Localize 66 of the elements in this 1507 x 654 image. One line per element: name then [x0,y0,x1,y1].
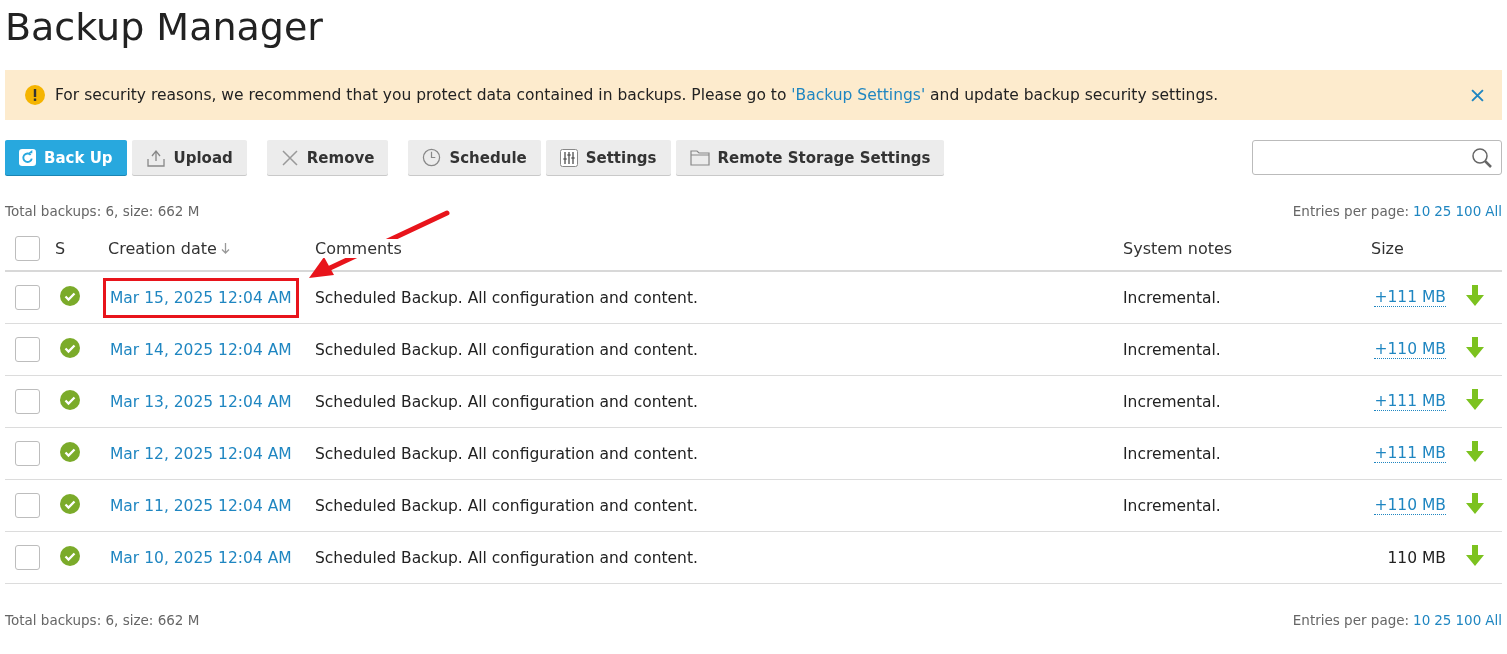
notes-cell-text: Incremental. [1122,340,1222,359]
page-size-link[interactable]: 10 [1413,612,1431,628]
search-icon [1471,146,1493,169]
size-link[interactable]: +111 MB [1374,392,1446,411]
row-checkbox[interactable] [15,285,40,310]
size-cell: 110 MB [1387,548,1446,567]
page-size-link[interactable]: 25 [1434,612,1452,628]
comment-cell-text: Scheduled Backup. All configuration and content. [314,288,699,307]
download-icon[interactable] [1466,389,1484,410]
page-size-link[interactable]: 100 [1455,612,1482,628]
backup-summary: Total backups: 6, size: 662 M [5,612,200,628]
notes-cell-text: Incremental. [1122,496,1222,515]
notes-cell-text: Incremental. [1122,392,1222,411]
entries-label: Entries per page: [1292,612,1410,628]
page-size-link[interactable]: 100 [1455,203,1482,219]
backup-date-link[interactable]: Mar 10, 2025 12:04 AM [103,537,299,578]
download-icon[interactable] [1466,545,1484,566]
download-icon[interactable] [1466,493,1484,514]
row-checkbox[interactable] [15,493,40,518]
refresh-icon [19,149,36,166]
download-icon[interactable] [1466,285,1484,306]
comment-cell-text: Scheduled Backup. All configuration and content. [314,444,699,463]
row-checkbox[interactable] [15,545,40,570]
notes-cell-text: Incremental. [1122,444,1222,463]
download-icon[interactable] [1466,441,1484,462]
page-size-link[interactable]: All [1485,203,1502,219]
size-link[interactable]: +110 MB [1374,496,1446,515]
comment-cell-text: Scheduled Backup. All configuration and content. [314,392,699,411]
page-size-link[interactable]: 25 [1434,203,1452,219]
toolbar-button[interactable]: Upload [131,140,247,175]
toolbar-button[interactable]: Back Up [5,140,127,175]
search-field[interactable] [1252,140,1502,175]
backup-date-link[interactable]: Mar 13, 2025 12:04 AM [103,381,299,422]
page-title: Backup Manager [5,4,324,51]
toolbar-button[interactable]: Schedule [408,140,541,175]
close-icon [280,148,299,167]
toolbar-button[interactable]: Remove [266,140,389,175]
comment-cell-text: Scheduled Backup. All configuration and content. [314,496,699,515]
page-size-link[interactable]: All [1485,612,1502,628]
size-link[interactable]: +110 MB [1374,340,1446,359]
size-link[interactable]: +111 MB [1374,444,1446,463]
backup-date-link[interactable]: Mar 15, 2025 12:04 AM [103,277,299,318]
row-checkbox[interactable] [15,337,40,362]
row-checkbox[interactable] [15,389,40,414]
toolbar-button[interactable]: Remote Storage Settings [675,140,945,175]
select-all-checkbox[interactable] [15,235,40,261]
comment-cell-text: Scheduled Backup. All configuration and content. [314,548,699,567]
download-icon[interactable] [1466,337,1484,358]
clock-icon [422,148,442,167]
folder-icon [689,149,710,166]
backup-date-link[interactable]: Mar 14, 2025 12:04 AM [103,329,299,370]
comment-cell-text: Scheduled Backup. All configuration and content. [314,340,699,359]
backup-settings-link[interactable]: 'Backup Settings' [791,86,926,104]
backup-date-link[interactable]: Mar 12, 2025 12:04 AM [103,433,299,474]
page-size-link[interactable]: 10 [1413,203,1431,219]
size-link[interactable]: +111 MB [1374,288,1446,307]
notes-cell-text: Incremental. [1122,288,1222,307]
alert-message: For security reasons, we recommend that you protect data contained in backups. Please go to 'Backup Settings' and update backup security settings. [55,86,1220,104]
toolbar-button[interactable]: Settings [545,140,671,175]
sliders-icon [559,148,578,167]
column-header[interactable]: Comments [315,238,402,258]
backup-date-link[interactable]: Mar 11, 2025 12:04 AM [103,485,299,526]
row-checkbox[interactable] [15,441,40,466]
backup-summary: Total backups: 6, size: 662 M [5,203,200,219]
entries-label: Entries per page: [1292,203,1410,219]
warning-icon [25,85,45,105]
